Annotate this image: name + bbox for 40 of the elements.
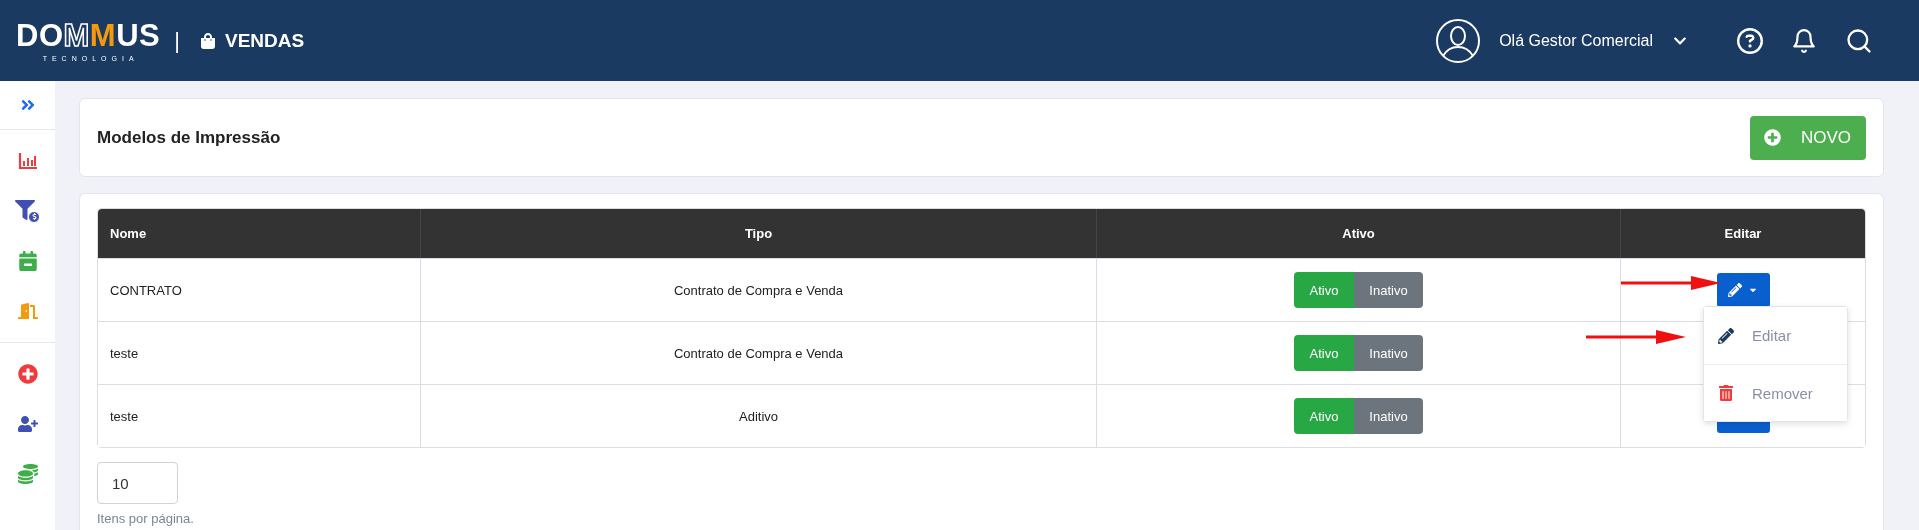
status-toggle[interactable]: Ativo (1294, 335, 1354, 371)
edit-dropdown-button[interactable] (1716, 273, 1770, 307)
page-size-hint: Itens por página. (97, 511, 195, 526)
user-plus-icon[interactable] (17, 414, 38, 434)
menu-item[interactable]: Remover (1704, 364, 1847, 421)
table-cell: Contrato de Compra e Venda (673, 282, 844, 298)
coins-icon[interactable] (17, 464, 38, 484)
column-header: Ativo (1342, 226, 1375, 241)
trash-icon (1718, 385, 1734, 401)
status-toggle[interactable]: Inativo (1354, 335, 1423, 371)
table-cell: Aditivo (739, 408, 778, 424)
table-cell: CONTRATO (110, 282, 182, 298)
table-cell: teste (110, 345, 139, 361)
new-button[interactable]: NOVO (1749, 115, 1866, 160)
status-toggle[interactable]: Inativo (1354, 272, 1423, 308)
funnel-icon[interactable] (15, 199, 40, 223)
user-avatar-icon[interactable] (1435, 17, 1482, 64)
menu-item[interactable]: Editar (1704, 307, 1847, 364)
status-toggle[interactable]: Ativo (1294, 398, 1354, 434)
shopping-bag-icon (199, 32, 216, 49)
table-cell: Contrato de Compra e Venda (673, 345, 844, 361)
bell-icon[interactable] (1791, 27, 1817, 54)
separator: | (174, 27, 180, 54)
search-icon[interactable] (1845, 26, 1873, 55)
calendar-icon[interactable] (17, 251, 38, 271)
expand-icon[interactable] (19, 97, 36, 113)
column-header: Nome (110, 226, 147, 241)
user-greeting[interactable]: Olá Gestor Comercial (1499, 31, 1653, 50)
table-cell: teste (110, 408, 139, 424)
pencil-icon (1718, 327, 1734, 344)
pencil-icon (1728, 283, 1742, 297)
page-size-field[interactable]: 10 (97, 462, 178, 504)
column-header: Tipo (744, 226, 773, 241)
status-toggle[interactable]: Inativo (1354, 398, 1423, 434)
help-icon[interactable] (1737, 27, 1763, 54)
column-header: Editar (1724, 226, 1762, 241)
page-title: Modelos de Impressão (97, 127, 281, 148)
module-title: VENDAS (224, 29, 305, 52)
bar-chart-icon[interactable] (17, 152, 38, 170)
status-toggle[interactable]: Ativo (1294, 272, 1354, 308)
